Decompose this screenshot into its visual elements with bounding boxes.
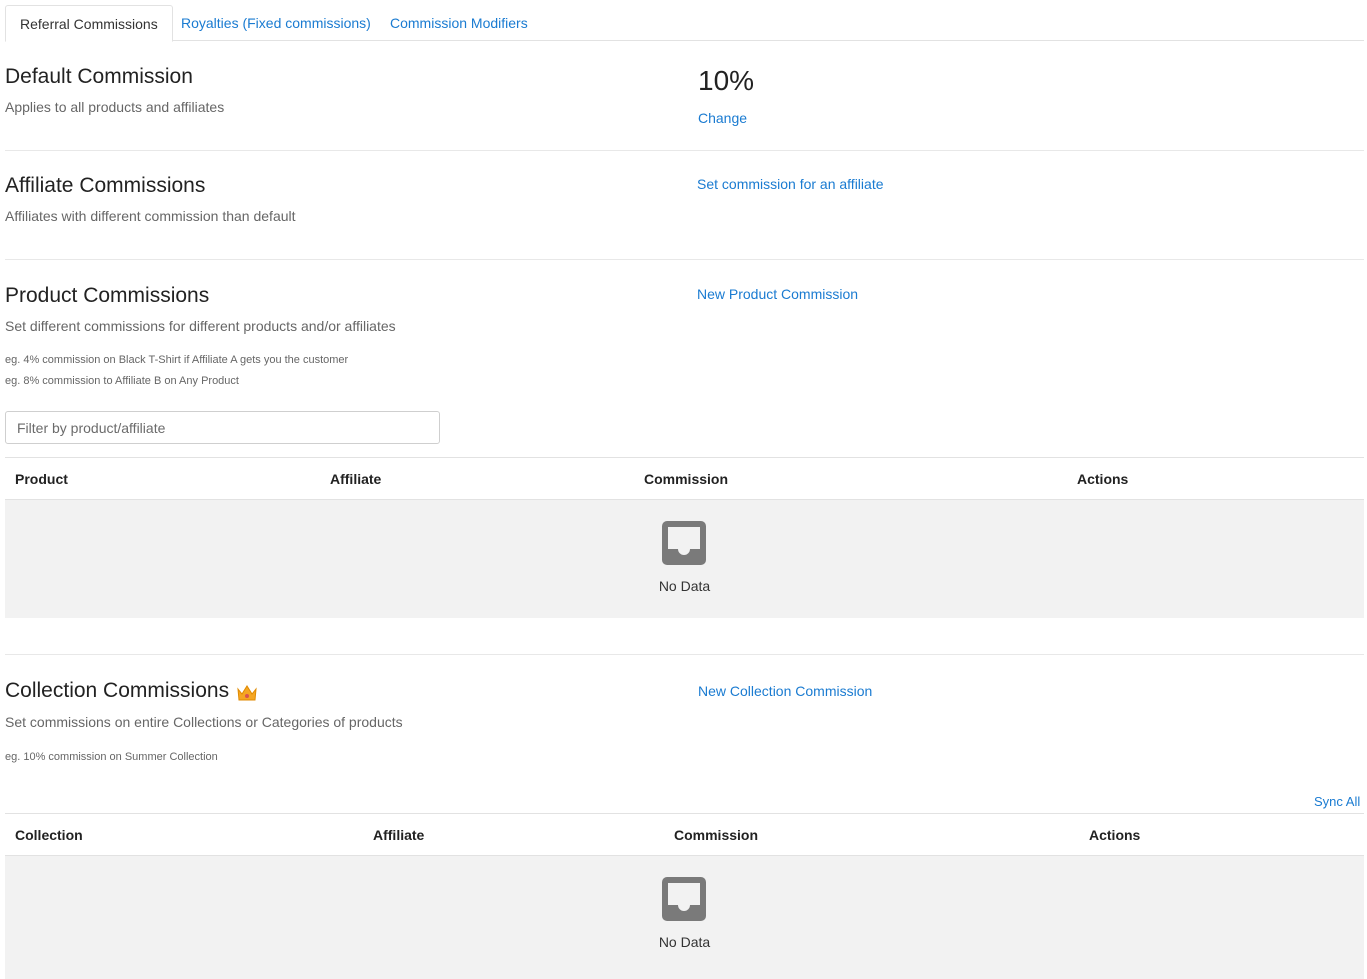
section-divider xyxy=(5,654,1364,655)
product-commissions-title: Product Commissions xyxy=(5,284,210,307)
sync-all-link[interactable]: Sync All xyxy=(1314,794,1360,809)
product-commission-example: eg. 4% commission on Black T-Shirt if Af… xyxy=(5,354,349,366)
default-commission-subtitle: Applies to all products and affiliates xyxy=(5,99,225,115)
column-header-commission[interactable]: Commission xyxy=(674,814,758,856)
crown-icon xyxy=(237,685,257,701)
collection-commissions-title: Collection Commissions xyxy=(5,679,230,702)
product-table-empty: No Data xyxy=(5,500,1364,618)
commission-tabs: Referral Commissions Royalties (Fixed co… xyxy=(5,5,1364,42)
product-commissions-subtitle: Set different commissions for different … xyxy=(5,318,396,334)
section-divider xyxy=(5,150,1364,151)
affiliate-commissions-subtitle: Affiliates with different commission tha… xyxy=(5,208,296,224)
collection-commissions-subtitle: Set commissions on entire Collections or… xyxy=(5,714,403,730)
collection-commission-example: eg. 10% commission on Summer Collection xyxy=(5,751,218,763)
new-collection-commission-link[interactable]: New Collection Commission xyxy=(698,683,872,699)
new-product-commission-link[interactable]: New Product Commission xyxy=(697,286,858,302)
empty-state-text: No Data xyxy=(658,934,711,950)
column-header-collection[interactable]: Collection xyxy=(15,814,83,856)
column-header-actions: Actions xyxy=(1089,827,1141,843)
tab-royalties[interactable]: Royalties (Fixed commissions) xyxy=(167,5,385,41)
column-header-affiliate[interactable]: Affiliate xyxy=(330,458,381,500)
product-affiliate-filter-input[interactable] xyxy=(5,411,440,444)
tab-referral-commissions[interactable]: Referral Commissions xyxy=(5,5,173,42)
column-header-actions: Actions xyxy=(1077,471,1129,487)
column-header-commission[interactable]: Commission xyxy=(644,458,728,500)
collection-table-empty: No Data xyxy=(5,856,1364,979)
affiliate-commissions-title: Affiliate Commissions xyxy=(5,174,206,197)
set-affiliate-commission-link[interactable]: Set commission for an affiliate xyxy=(697,176,884,192)
section-divider xyxy=(5,259,1364,260)
column-header-product[interactable]: Product xyxy=(15,458,68,500)
default-commission-value: 10% xyxy=(698,65,755,96)
product-commission-example: eg. 8% commission to Affiliate B on Any … xyxy=(5,375,239,387)
product-table-header: Product Affiliate Commission Actions xyxy=(5,457,1364,500)
collection-table-header: Collection Affiliate Commission Actions xyxy=(5,813,1364,856)
empty-inbox-icon xyxy=(662,877,706,921)
change-commission-link[interactable]: Change xyxy=(698,110,747,126)
tab-commission-modifiers[interactable]: Commission Modifiers xyxy=(376,5,542,41)
empty-state-text: No Data xyxy=(658,578,711,594)
column-header-affiliate[interactable]: Affiliate xyxy=(373,814,424,856)
default-commission-title: Default Commission xyxy=(5,65,193,88)
empty-inbox-icon xyxy=(662,521,706,565)
